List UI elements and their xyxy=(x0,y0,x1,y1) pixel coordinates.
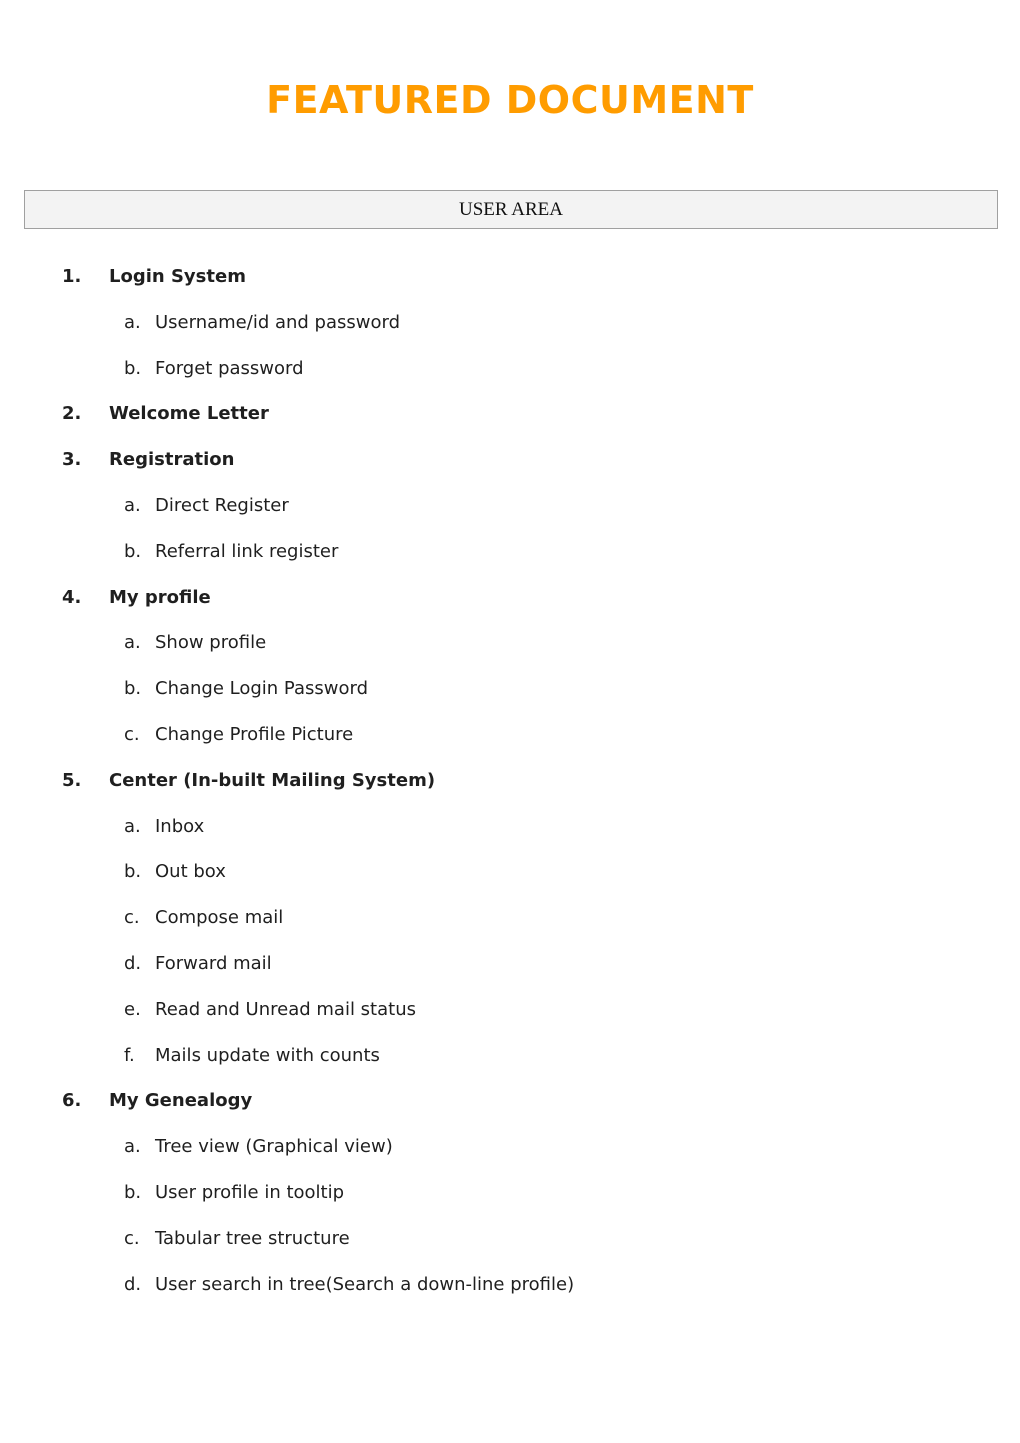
item-label: Center (In-built Mailing System) xyxy=(109,769,436,791)
sub-item-label: Mails update with counts xyxy=(155,1044,380,1066)
sub-item-label: Forward mail xyxy=(155,952,272,974)
sub-item-letter: b. xyxy=(124,678,142,700)
sub-item: e. Read and Unread mail status xyxy=(0,997,1020,1043)
item-label: My Genealogy xyxy=(109,1090,253,1112)
sub-item-letter: a. xyxy=(124,815,141,837)
sub-item-letter: c. xyxy=(124,907,140,929)
item-number: 6. xyxy=(62,1090,82,1112)
feature-item: 4. My profile xyxy=(0,585,1020,631)
sub-item: a. Direct Register xyxy=(0,493,1020,539)
sub-item-label: Forget password xyxy=(155,357,304,379)
sub-item: d. User search in tree(Search a down-line… xyxy=(0,1272,1020,1318)
sub-item-letter: a. xyxy=(124,311,141,333)
sub-item-letter: c. xyxy=(124,723,140,745)
sub-item-letter: f. xyxy=(124,1044,135,1066)
sub-item-letter: d. xyxy=(124,1273,142,1295)
feature-item: 1. Login System xyxy=(0,264,1020,310)
sub-item-label: Direct Register xyxy=(155,494,289,516)
document-title: FEATURED DOCUMENT xyxy=(266,78,754,122)
item-number: 4. xyxy=(62,586,82,608)
item-number: 3. xyxy=(62,449,82,471)
sub-item: a. Username/id and password xyxy=(0,310,1020,356)
feature-item: 6. My Genealogy xyxy=(0,1088,1020,1134)
item-number: 5. xyxy=(62,769,82,791)
sub-item-label: User profile in tooltip xyxy=(155,1181,345,1203)
sub-item-label: Referral link register xyxy=(155,540,339,562)
sub-item-label: Out box xyxy=(155,861,226,883)
section-header-user-area: USER AREA xyxy=(24,190,998,229)
item-number: 2. xyxy=(62,403,82,425)
feature-item: 3. Registration xyxy=(0,447,1020,493)
item-label: Login System xyxy=(109,266,246,287)
feature-list: 1. Login System a. Username/id and password… xyxy=(0,264,1020,1317)
sub-item-label: Username/id and password xyxy=(155,311,401,333)
sub-item: b. Change Login Password xyxy=(0,676,1020,722)
sub-item-letter: a. xyxy=(124,632,141,654)
sub-item: c. Compose mail xyxy=(0,905,1020,951)
sub-item-label: Compose mail xyxy=(155,907,284,929)
sub-item-label: Read and Unread mail status xyxy=(155,998,416,1020)
sub-item-letter: e. xyxy=(124,998,141,1020)
sub-item: b. Referral link register xyxy=(0,539,1020,585)
item-label: Registration xyxy=(109,449,235,471)
sub-item-label: Inbox xyxy=(155,815,205,837)
sub-item: b. Out box xyxy=(0,859,1020,905)
sub-item: a. Tree view (Graphical view) xyxy=(0,1134,1020,1180)
item-label: Welcome Letter xyxy=(109,403,269,425)
sub-item-label: Tree view (Graphical view) xyxy=(155,1136,393,1158)
feature-item: 2. Welcome Letter xyxy=(0,401,1020,447)
sub-item-label: Change Login Password xyxy=(155,678,368,700)
sub-item-label: Tabular tree structure xyxy=(155,1227,350,1249)
sub-item: a. Show profile xyxy=(0,630,1020,676)
sub-item: a. Inbox xyxy=(0,814,1020,860)
sub-item-letter: b. xyxy=(124,1181,142,1203)
sub-item: d. Forward mail xyxy=(0,951,1020,997)
item-label: My profile xyxy=(109,586,211,608)
sub-item-letter: c. xyxy=(124,1227,140,1249)
sub-item-label: Change Profile Picture xyxy=(155,723,354,745)
sub-item: c. Change Profile Picture xyxy=(0,722,1020,768)
sub-item: b. Forget password xyxy=(0,356,1020,402)
sub-item-letter: a. xyxy=(124,494,141,516)
sub-item-letter: b. xyxy=(124,540,142,562)
sub-item-label: User search in tree(Search a down-line p… xyxy=(155,1273,575,1295)
sub-item: b. User profile in tooltip xyxy=(0,1180,1020,1226)
sub-item-letter: a. xyxy=(124,1136,141,1158)
item-number: 1. xyxy=(62,266,82,287)
sub-item-label: Show profile xyxy=(155,632,267,654)
sub-item: c. Tabular tree structure xyxy=(0,1226,1020,1272)
sub-item-letter: b. xyxy=(124,861,142,883)
feature-item: 5. Center (In-built Mailing System) xyxy=(0,768,1020,814)
sub-item-letter: d. xyxy=(124,952,142,974)
sub-item: f. Mails update with counts xyxy=(0,1043,1020,1089)
sub-item-letter: b. xyxy=(124,357,142,379)
